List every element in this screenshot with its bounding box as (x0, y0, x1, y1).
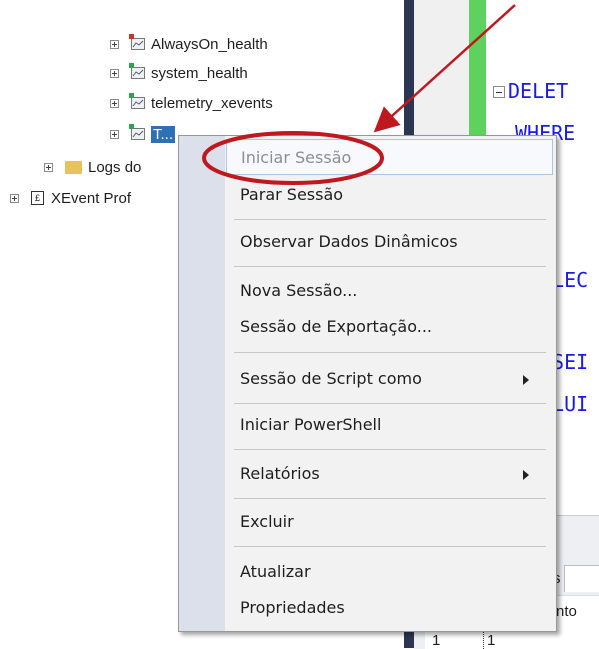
menu-separator (234, 266, 546, 267)
tree-item-label: telemetry_xevents (151, 94, 273, 112)
tree-item-label: T... (151, 125, 176, 143)
menu-icon-gutter (179, 136, 225, 631)
menu-separator (234, 449, 546, 450)
tree-item-label: AlwaysOn_health (151, 35, 268, 53)
menu-separator (234, 219, 546, 220)
menu-separator (234, 498, 546, 499)
xevent-profiler-icon: £ (31, 191, 44, 205)
session-running-icon (129, 124, 145, 140)
menu-item-label: Relatórios (240, 464, 320, 483)
menu-item-script-session-as[interactable]: Sessão de Script como (226, 361, 551, 397)
tree-item-system-health[interactable]: system_health (110, 61, 248, 85)
tree-item-logs-folder[interactable]: Logs do (44, 155, 141, 179)
submenu-arrow-icon (523, 470, 529, 480)
tree-item-label: system_health (151, 64, 248, 82)
menu-item-start-session[interactable]: Iniciar Sessão (226, 139, 553, 175)
session-running-icon (129, 63, 145, 79)
tree-item-label: Logs do (88, 158, 142, 176)
expand-icon[interactable] (110, 98, 119, 108)
menu-item-export-session[interactable]: Sessão de Exportação... (226, 309, 551, 345)
session-running-icon (129, 93, 145, 109)
menu-separator (234, 546, 546, 547)
tree-item-telemetry-xevents[interactable]: telemetry_xevents (110, 91, 273, 115)
menu-item-refresh[interactable]: Atualizar (226, 554, 551, 590)
tree-item-test-session[interactable]: T... (110, 122, 176, 146)
menu-item-reports[interactable]: Relatórios (226, 456, 551, 492)
expand-icon[interactable] (110, 39, 119, 49)
tree-item-xevent-profiler[interactable]: £ XEvent Prof (10, 186, 131, 210)
session-stopped-icon (129, 34, 145, 50)
menu-item-properties[interactable]: Propriedades (226, 590, 551, 626)
folder-icon (65, 160, 82, 174)
menu-item-start-powershell[interactable]: Iniciar PowerShell (226, 407, 551, 443)
expand-icon[interactable] (44, 162, 53, 172)
tree-item-label: XEvent Prof (51, 189, 132, 207)
menu-separator (234, 352, 546, 353)
expand-icon[interactable] (110, 68, 119, 78)
expand-icon[interactable] (10, 193, 19, 203)
menu-item-stop-session[interactable]: Parar Sessão (226, 177, 551, 213)
results-column-header: nto (556, 603, 577, 620)
menu-separator (234, 403, 546, 404)
messages-tab-icon[interactable] (564, 565, 599, 592)
expand-icon[interactable] (110, 129, 119, 139)
collapse-icon[interactable] (493, 86, 505, 98)
menu-item-delete[interactable]: Excluir (226, 504, 551, 540)
result-cell[interactable]: 1 (483, 632, 495, 649)
row-number: 1 (432, 632, 441, 649)
menu-item-watch-live-data[interactable]: Observar Dados Dinâmicos (226, 224, 551, 260)
menu-item-label: Sessão de Script como (240, 369, 422, 388)
submenu-arrow-icon (523, 375, 529, 385)
code-line[interactable]: DELET (508, 79, 568, 103)
tree-item-alwayson-health[interactable]: AlwaysOn_health (110, 32, 268, 56)
menu-item-new-session[interactable]: Nova Sessão... (226, 273, 551, 309)
